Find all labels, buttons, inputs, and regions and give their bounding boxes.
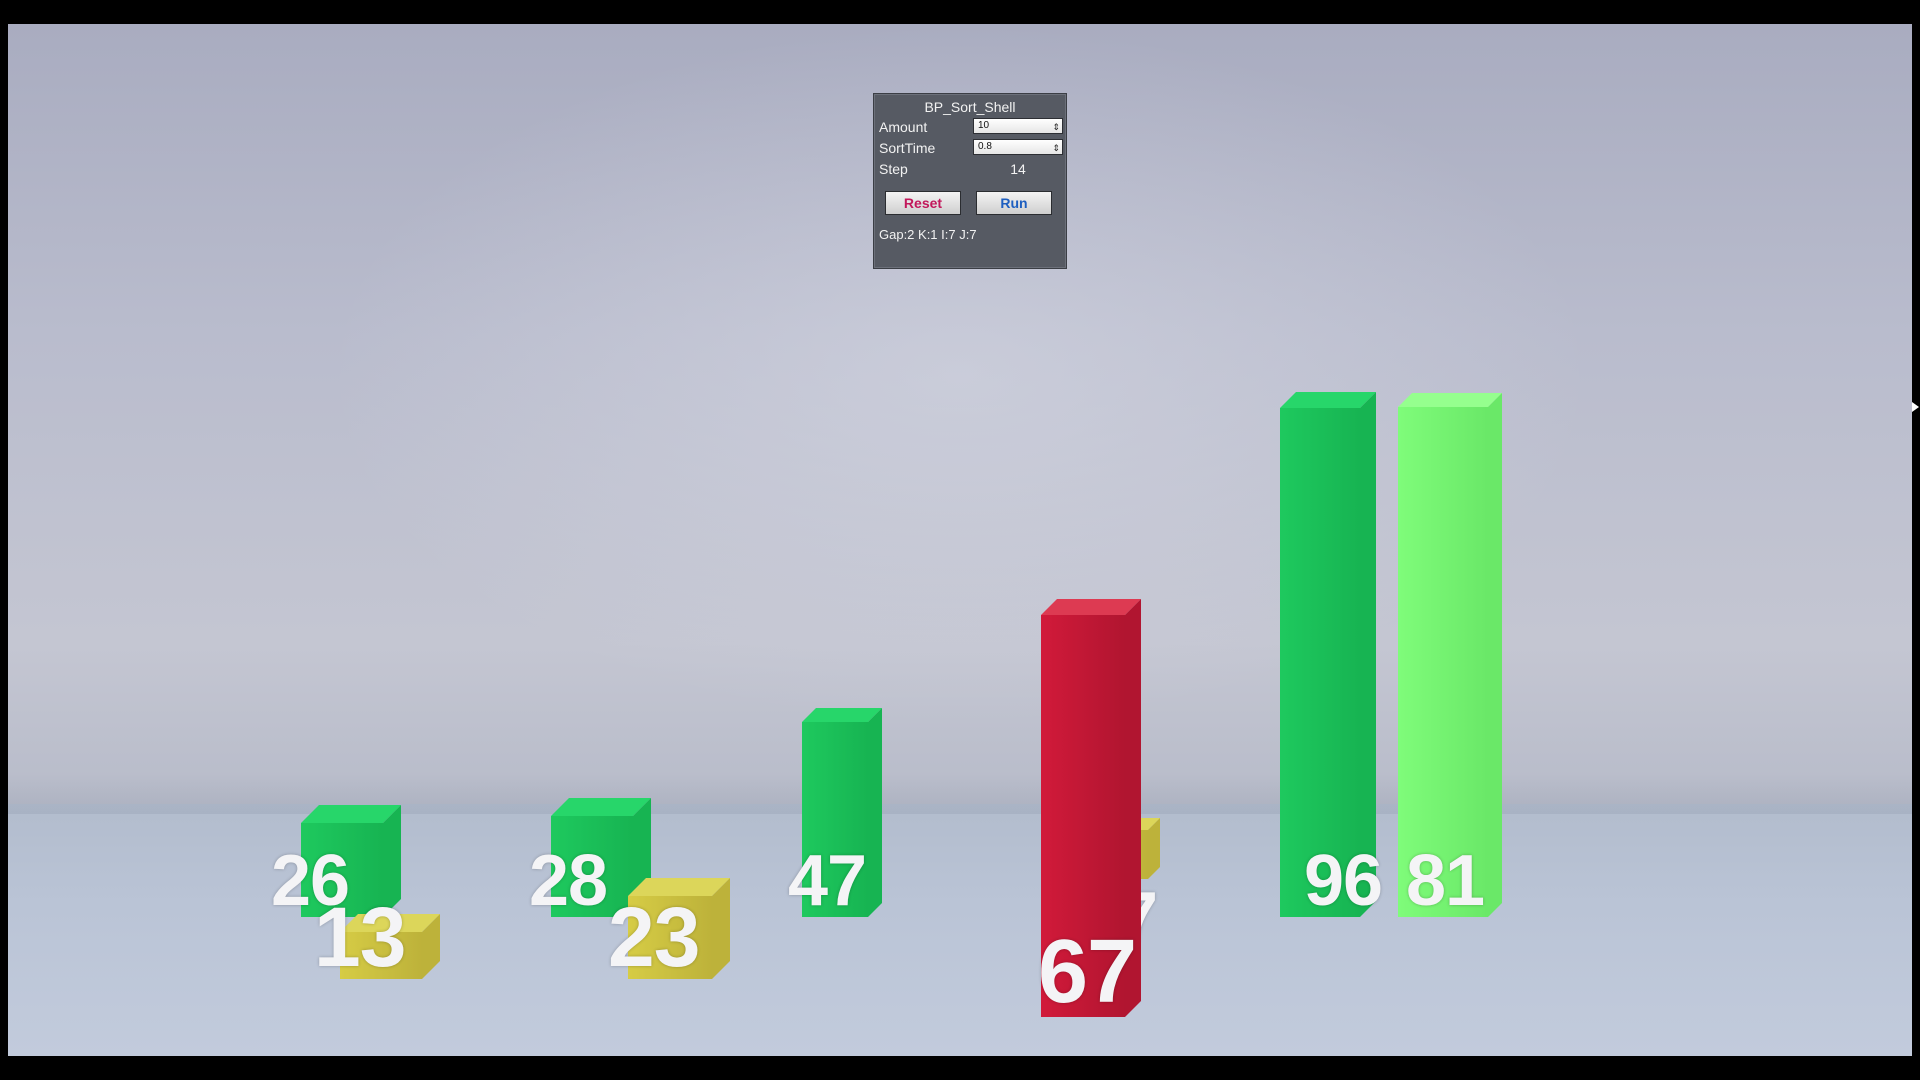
bar-value-label: 96 xyxy=(1304,841,1383,921)
step-label: Step xyxy=(879,161,908,177)
bar-value-label: 47 xyxy=(788,841,867,921)
bar-96 xyxy=(1280,392,1376,917)
bar-side-face xyxy=(1360,392,1376,917)
sorttime-value: 0.8 xyxy=(978,141,992,152)
bar-81 xyxy=(1398,393,1502,917)
bar-top-face xyxy=(1041,599,1141,615)
bar-value-label: 81 xyxy=(1406,841,1485,921)
amount-value: 10 xyxy=(978,120,990,131)
run-button[interactable]: Run xyxy=(976,191,1052,215)
game-viewport: 26132823476779681 BP_Sort_Shell Amount 1… xyxy=(8,24,1912,1056)
amount-label: Amount xyxy=(879,119,928,135)
bar-side-face xyxy=(868,708,882,917)
bar-value-label: 28 xyxy=(529,841,608,921)
reset-button[interactable]: Reset xyxy=(885,191,961,215)
amount-row: Amount 10 ⇕ xyxy=(879,118,1063,136)
bar-value-label: 67 xyxy=(1038,922,1137,1022)
bar-top-face xyxy=(802,708,882,722)
bar-top-face xyxy=(1280,392,1376,408)
spin-arrows-icon[interactable]: ⇕ xyxy=(1052,141,1060,155)
sorttime-label: SortTime xyxy=(879,140,936,156)
bar-side-face xyxy=(1488,393,1502,917)
bar-value-label: 23 xyxy=(608,890,700,984)
sorttime-spinbox[interactable]: 0.8 ⇕ xyxy=(973,139,1063,155)
sort-control-panel: BP_Sort_Shell Amount 10 ⇕ SortTime 0.8 ⇕… xyxy=(873,93,1067,269)
bar-value-label: 13 xyxy=(314,890,406,984)
amount-spinbox[interactable]: 10 ⇕ xyxy=(973,118,1063,134)
panel-title: BP_Sort_Shell xyxy=(924,99,1016,115)
step-value: 14 xyxy=(1010,161,1026,177)
sorttime-row: SortTime 0.8 ⇕ xyxy=(879,139,1063,157)
spin-arrows-icon[interactable]: ⇕ xyxy=(1052,120,1060,134)
sort-status-text: Gap:2 K:1 I:7 J:7 xyxy=(879,227,977,242)
step-row: Step 14 xyxy=(879,160,1061,178)
bar-top-face xyxy=(1398,393,1502,407)
mouse-cursor-icon xyxy=(1912,402,1919,412)
